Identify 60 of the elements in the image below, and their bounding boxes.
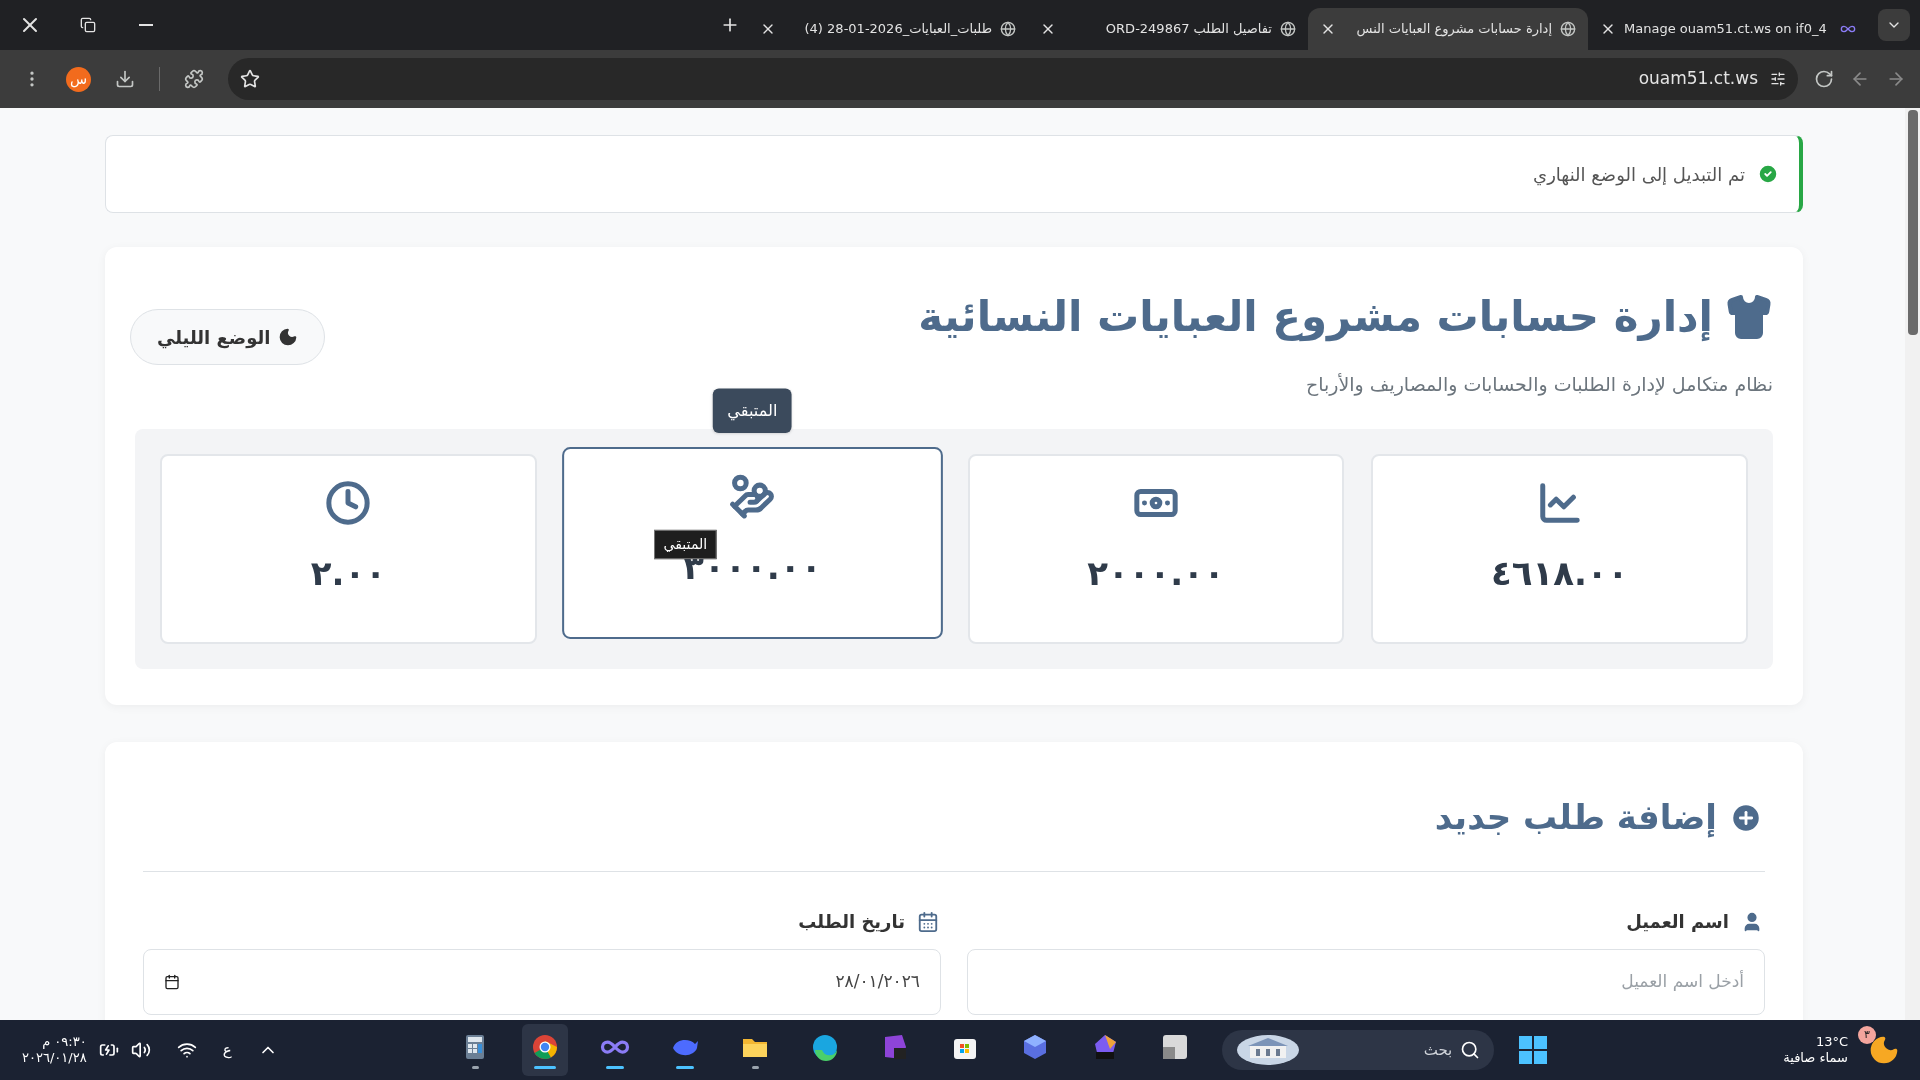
search-box[interactable]: بحث	[1222, 1030, 1495, 1070]
weather-moon-icon[interactable]	[1868, 1034, 1900, 1066]
tab-title: طلبات_العبايات_2026-01-28 (4)	[803, 20, 992, 39]
restore-icon	[80, 17, 96, 33]
form-title: إضافة طلب جديد	[1434, 796, 1717, 840]
browser-tab[interactable]: طلبات_العبايات_2026-01-28 (4)	[748, 8, 1028, 50]
tab-search-button[interactable]	[1878, 9, 1910, 41]
download-icon[interactable]	[115, 69, 135, 89]
calendar-picker-icon[interactable]	[164, 974, 180, 990]
temperature: 13°C	[1814, 1033, 1848, 1050]
volume-icon[interactable]	[130, 1040, 151, 1060]
shirt-icon	[1725, 292, 1773, 341]
field-label: تاريخ الطلب	[798, 910, 905, 935]
tab-title: Manage ouam51.ct.ws on if0_4	[1624, 20, 1828, 39]
browser-tab[interactable]: Manage ouam51.ct.ws on if0_4	[1588, 8, 1868, 50]
search-icon	[1460, 1040, 1481, 1060]
page-subtitle: نظام متكامل لإدارة الطلبات والحسابات والمصاريف والأرباح	[1304, 372, 1773, 398]
toast-message: تم التبديل إلى الوضع النهاري	[1533, 162, 1745, 188]
field-label: اسم العميل	[1626, 910, 1729, 934]
hand-coins-icon	[728, 472, 776, 520]
clock-icon	[325, 479, 372, 526]
open-indicator	[751, 1065, 759, 1069]
tab-title: تفاصيل الطلب ORD-249867	[1104, 20, 1272, 39]
stat-value: ٤٦١٨.٠٠	[1490, 551, 1629, 595]
running-indicator	[606, 1065, 625, 1069]
globe-icon	[1000, 21, 1016, 37]
scrollbar-thumb[interactable]	[1907, 110, 1918, 335]
running-indicator	[676, 1065, 695, 1069]
extensions-icon[interactable]	[184, 69, 204, 89]
moon-icon	[278, 327, 299, 347]
browser-tab[interactable]: تفاصيل الطلب ORD-249867	[1028, 8, 1308, 50]
keyboard-language[interactable]: ع	[222, 1038, 232, 1062]
stat-value: ٢.٠٠	[310, 551, 386, 595]
tab-title: إدارة حسابات مشروع العبايات النس	[1355, 20, 1552, 39]
bookmark-star-icon[interactable]	[240, 69, 260, 89]
tooltip: المتبقي	[712, 387, 792, 433]
url-text: ouam51.ct.ws	[1638, 67, 1758, 91]
reload-icon[interactable]	[1814, 69, 1834, 89]
open-indicator	[471, 1065, 479, 1069]
minimize-icon	[139, 24, 153, 26]
clock-date[interactable]: ٢٠٢٦/٠١/٢٨	[22, 1050, 87, 1067]
running-indicator	[534, 1065, 557, 1069]
stat-value: ٢٠٠٠.٠٠	[1087, 551, 1225, 595]
dark-mode-button[interactable]: الوضع الليلي	[130, 309, 326, 365]
date-field[interactable]: ٢٨/٠١/٢٠٢٦	[143, 949, 941, 1015]
weather-condition: سماء صافية	[1783, 1050, 1848, 1067]
windows-start-icon[interactable]	[1518, 1035, 1549, 1065]
site-settings-icon[interactable]	[1770, 71, 1786, 87]
address-bar[interactable]: ouam51.ct.ws	[228, 58, 1798, 100]
page-title: إدارة حسابات مشروع العبايات النسائية	[918, 291, 1713, 344]
clock-time[interactable]: ٠٩:٣٠ م	[42, 1033, 87, 1050]
native-tooltip: المتبقي	[654, 529, 717, 559]
wifi-icon[interactable]	[176, 1040, 197, 1060]
taskbar-app-button[interactable]	[522, 1024, 569, 1076]
globe-icon	[1280, 21, 1296, 37]
notification-badge: ٣	[1858, 1026, 1876, 1044]
globe-icon	[1560, 21, 1576, 37]
calendar-icon	[917, 910, 939, 933]
browser-tab[interactable]: إدارة حسابات مشروع العبايات النس	[1308, 8, 1588, 50]
check-circle-icon	[1757, 163, 1779, 185]
